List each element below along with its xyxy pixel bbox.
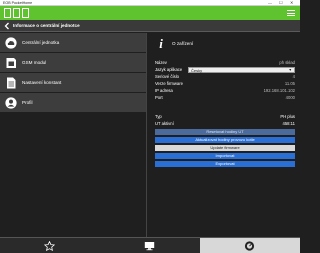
sidebar-item-label: Profil <box>22 100 33 105</box>
sidebar-item-label: Centrální jednotka <box>22 40 60 45</box>
row-label: Port <box>155 95 163 100</box>
select-value: Česky <box>191 67 203 73</box>
navigation-bar: Informace o centrální jednotce <box>0 20 300 32</box>
detail-header: i O zařízení <box>150 33 300 55</box>
row-value: 458:11 <box>282 121 296 126</box>
row-label: Jazyk aplikace <box>155 67 183 72</box>
row-label: Verze firmware <box>155 81 183 86</box>
row-type: Typ PH plus <box>155 113 295 120</box>
gauge-icon <box>244 241 255 251</box>
row-value: 11.05 <box>284 81 295 86</box>
row-ip: IP adresa 192.168.101.102 <box>155 87 295 94</box>
display-icon <box>144 242 155 251</box>
sidebar-item-central-unit[interactable]: Centrální jednotka <box>0 33 146 53</box>
brand-bar <box>0 6 300 20</box>
cloud-icon <box>5 37 17 49</box>
row-value: 4 <box>292 74 295 79</box>
sidebar-item-label: GSM modul <box>22 60 47 65</box>
language-select[interactable]: Česky ▼ <box>188 66 295 73</box>
tab-display[interactable] <box>100 238 200 253</box>
export-button[interactable]: Exportovat <box>155 160 295 167</box>
row-value: 4000 <box>285 95 295 100</box>
sidebar-item-label: Nastavení konstant <box>22 80 62 85</box>
sidebar: Centrální jednotka GSM modul Nastavení k… <box>0 33 147 237</box>
sidebar-item-profile[interactable]: Profil <box>0 93 146 113</box>
row-label: IP adresa <box>155 88 173 93</box>
row-ut-active: UT aktivní 458:11 <box>155 120 295 127</box>
info-icon: i <box>159 36 163 51</box>
chevron-left-icon[interactable] <box>3 22 11 30</box>
page-title: Informace o centrální jednotce <box>13 23 80 28</box>
row-firmware: Verze firmware 11.05 <box>155 80 295 87</box>
update-boiler-hours-button[interactable]: Aktualizovat hodiny provozu kotle <box>155 136 295 143</box>
row-port: Port 4000 <box>155 94 295 101</box>
tab-gauge[interactable] <box>200 238 300 253</box>
row-value: 192.168.101.102 <box>263 88 295 93</box>
update-firmware-button[interactable]: Update firmware <box>155 144 295 151</box>
row-serial: Seriové číslo 4 <box>155 73 295 80</box>
row-value: PH plus <box>280 114 295 119</box>
row-label: Název <box>155 60 167 65</box>
row-label: Seriové číslo <box>155 74 179 79</box>
detail-title: O zařízení <box>172 41 194 46</box>
row-name: Název ph skład <box>155 59 295 66</box>
tab-favorites[interactable] <box>0 238 100 253</box>
sidebar-item-constants[interactable]: Nastavení konstant <box>0 73 146 93</box>
document-icon <box>5 77 17 89</box>
reset-ut-hours-button[interactable]: Resetovat hodiny UT <box>155 128 295 135</box>
import-button[interactable]: Importovat <box>155 152 295 159</box>
sidebar-item-gsm-module[interactable]: GSM modul <box>0 53 146 73</box>
bottom-tab-bar <box>0 237 300 253</box>
chevron-down-icon: ▼ <box>288 67 292 72</box>
row-value: ph skład <box>279 60 295 65</box>
sim-card-icon <box>5 57 17 69</box>
row-label: UT aktivní <box>155 121 174 126</box>
star-icon <box>44 241 55 251</box>
row-language: Jazyk aplikace Česky ▼ <box>155 66 295 73</box>
row-label: Typ <box>155 114 162 119</box>
eob-logo <box>4 8 30 18</box>
hamburger-menu-icon[interactable] <box>287 9 295 17</box>
user-icon <box>5 97 17 109</box>
detail-panel: i O zařízení Název ph skład Jazyk aplika… <box>150 33 300 237</box>
